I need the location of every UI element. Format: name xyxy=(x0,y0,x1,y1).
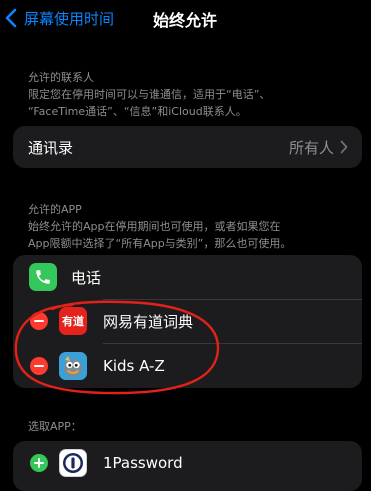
add-app-button[interactable] xyxy=(30,454,48,472)
allowed-app-name: 电话 xyxy=(71,268,102,287)
choose-app-name: 1Password xyxy=(103,454,183,472)
choose-section-header: 选取APP： xyxy=(28,420,82,433)
back-button-label: 屏幕使用时间 xyxy=(24,9,115,28)
allowed-app-name: Kids A-Z xyxy=(103,356,165,375)
onepassword-icon xyxy=(59,449,87,477)
contacts-row[interactable]: 通讯录 所有人 xyxy=(13,126,362,168)
contacts-section-description-1: 限定您在停用时间可以与谁通信，适用于“电话”、 xyxy=(28,88,271,101)
allowed-app-name: 网易有道词典 xyxy=(103,312,194,331)
contacts-row-label: 通讯录 xyxy=(28,138,74,157)
apps-section-description-2: App限额中选择了“所有App与类别”，那么也可使用。 xyxy=(28,237,292,250)
apps-section-header: 允许的APP xyxy=(28,203,82,216)
navigation-bar: 屏幕使用时间 始终允许 xyxy=(0,0,371,40)
chevron-right-icon xyxy=(340,140,348,154)
back-button[interactable]: 屏幕使用时间 xyxy=(4,6,114,30)
apps-section-description-1: 始终允许的App在停用期间也可使用，或者如果您在 xyxy=(28,220,281,233)
chevron-left-icon xyxy=(5,8,17,28)
youdao-icon: 有道 xyxy=(59,307,87,335)
choose-app-row-1password: 1Password xyxy=(13,441,362,485)
kids-az-icon xyxy=(59,351,87,380)
page-title: 始终允许 xyxy=(153,11,218,30)
remove-app-button[interactable] xyxy=(30,356,48,375)
remove-app-button[interactable] xyxy=(30,312,48,330)
allowed-apps-card: 电话 有道 网易有道词典 Kids A-Z xyxy=(13,255,362,388)
phone-icon xyxy=(29,263,57,291)
allowed-app-row-kids-az: Kids A-Z xyxy=(13,343,362,388)
choose-section-header-block: 选取APP： xyxy=(28,418,348,435)
choose-apps-card: 1Password xyxy=(13,441,362,491)
contacts-row-value: 所有人 xyxy=(288,138,334,157)
contacts-section-header-block: 允许的联系人 限定您在停用时间可以与谁通信，适用于“电话”、 “FaceTime… xyxy=(28,69,348,120)
contacts-card: 通讯录 所有人 xyxy=(13,126,362,168)
allowed-app-row-phone: 电话 xyxy=(13,255,362,299)
allowed-app-row-youdao: 有道 网易有道词典 xyxy=(13,299,362,343)
contacts-section-description-2: “FaceTime通话”、“信息”和iCloud联系人。 xyxy=(28,105,247,118)
contacts-section-header: 允许的联系人 xyxy=(28,71,94,84)
apps-section-header-block: 允许的APP 始终允许的App在停用期间也可使用，或者如果您在 App限额中选择… xyxy=(28,201,348,252)
